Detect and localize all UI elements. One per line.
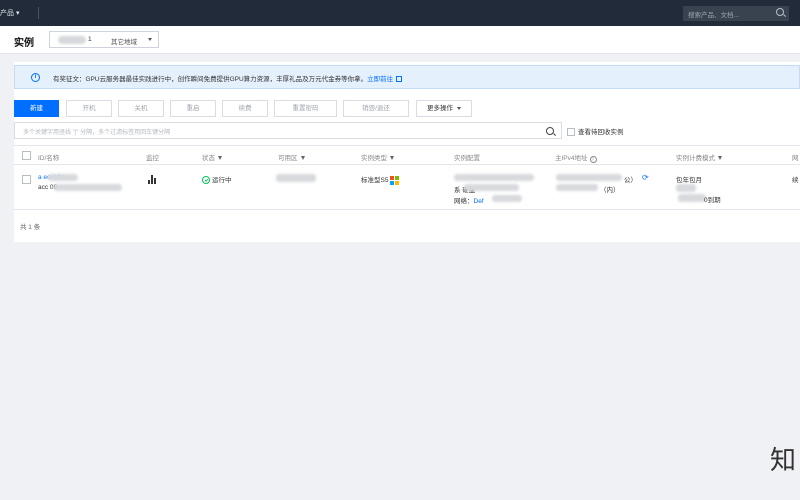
column-network: 网 <box>792 155 799 162</box>
column-monitor: 监控 <box>146 155 159 162</box>
network-column-cell: 续 <box>792 177 799 184</box>
config-redacted <box>464 184 519 191</box>
filter-icon[interactable] <box>218 156 222 161</box>
announcement-banner: i 有奖征文：GPU云服务器最佳实践进行中，创作瞬间免费提供GPU算力资源，丰厚… <box>14 65 800 89</box>
instance-type: 标准型S5 <box>361 174 400 185</box>
expire-redacted <box>678 194 706 202</box>
search-icon[interactable] <box>546 127 554 135</box>
start-button[interactable]: 开机 <box>66 100 112 117</box>
running-status-icon <box>202 176 210 185</box>
more-actions-label: 更多操作 <box>427 105 453 112</box>
filter-icon[interactable] <box>300 156 305 161</box>
network-info: 网络：Def <box>454 195 484 205</box>
top-nav-bar: 产品 ▾ 搜索产品、文档... <box>0 0 800 26</box>
column-billing[interactable]: 实例计费模式 <box>676 152 722 162</box>
reset-password-button[interactable]: 重置密码 <box>274 100 337 117</box>
instance-type-text: 标准型S5 <box>361 177 389 184</box>
watermark: 知 <box>770 446 797 476</box>
expire-redacted <box>676 184 696 192</box>
restart-button[interactable]: 重启 <box>170 100 216 117</box>
column-config: 实例配置 <box>454 155 480 162</box>
ip-redacted <box>556 184 598 191</box>
renew-button[interactable]: 续费 <box>222 100 268 117</box>
refresh-icon[interactable]: ⟳ <box>642 173 649 182</box>
status-text: 运行中 <box>212 177 232 184</box>
redacted-mask <box>54 184 122 191</box>
network-label: 网络： <box>454 198 474 205</box>
global-search-input[interactable]: 搜索产品、文档... <box>683 6 789 21</box>
network-link[interactable]: Def <box>474 198 484 205</box>
column-id-name: ID/名称 <box>38 155 60 162</box>
column-zone-label: 可用区 <box>278 155 298 162</box>
page-title: 实例 <box>14 38 34 49</box>
recycle-label: 查看待回收实例 <box>578 129 624 136</box>
announcement-text: 有奖征文：GPU云服务器最佳实践进行中，创作瞬间免费提供GPU算力资源，丰厚礼品… <box>53 73 403 83</box>
redacted-mask <box>48 174 78 181</box>
windows-icon <box>390 175 400 185</box>
page-header: 实例 1 其它地域 <box>0 26 800 54</box>
column-zone[interactable]: 可用区 <box>278 152 305 162</box>
status-badge: 运行中 <box>202 174 232 185</box>
region-other-label: 其它地域 <box>111 39 137 46</box>
filter-icon[interactable] <box>390 156 394 161</box>
zone-redacted <box>276 174 316 182</box>
instance-search-input[interactable]: 多个关键字用竖线 "|" 分隔，多个过滤标签用回车键分隔 <box>14 122 562 139</box>
instance-search-placeholder: 多个关键字用竖线 "|" 分隔，多个过滤标签用回车键分隔 <box>23 130 171 136</box>
products-label: 产品 <box>0 10 14 17</box>
column-billing-label: 实例计费模式 <box>676 155 715 162</box>
region-name-redacted <box>58 36 86 44</box>
global-search-placeholder: 搜索产品、文档... <box>688 12 739 19</box>
network-redacted <box>492 195 522 202</box>
search-icon[interactable] <box>776 8 784 16</box>
column-instance-type[interactable]: 实例类型 <box>361 152 394 162</box>
row-checkbox[interactable] <box>22 175 31 184</box>
chevron-down-icon <box>457 106 461 110</box>
announcement-body: 有奖征文：GPU云服务器最佳实践进行中，创作瞬间免费提供GPU算力资源，丰厚礼品… <box>53 76 368 83</box>
public-ip: 公） <box>624 177 637 184</box>
select-all-checkbox[interactable] <box>22 151 31 160</box>
config-redacted <box>454 174 534 181</box>
column-ipv4-label: 主IPv4地址 <box>555 155 588 162</box>
more-actions-button[interactable]: 更多操作 <box>416 100 472 117</box>
destroy-button[interactable]: 销毁/退还 <box>343 100 409 117</box>
table-row: a eoak1z acc 09 运行中 标准型S5 系 硬盘 网络：Def 公）… <box>14 166 800 210</box>
column-status-label: 状态 <box>202 155 215 162</box>
chevron-down-icon <box>148 38 152 41</box>
products-menu[interactable]: 产品 ▾ <box>0 8 19 18</box>
column-type-label: 实例类型 <box>361 155 387 162</box>
nav-divider <box>38 7 39 19</box>
recycle-checkbox[interactable] <box>567 128 575 137</box>
region-number: 1 <box>88 36 92 43</box>
column-ipv4: 主IPv4地址 i <box>555 152 597 163</box>
monitor-chart-icon[interactable] <box>148 174 158 184</box>
column-status[interactable]: 状态 <box>202 152 222 162</box>
shutdown-button[interactable]: 关机 <box>118 100 164 117</box>
table-header: ID/名称 监控 状态 可用区 实例类型 实例配置 主IPv4地址 i 实例计费模… <box>14 145 800 165</box>
create-button[interactable]: 新建 <box>14 100 59 117</box>
announcement-link[interactable]: 立即前往 <box>367 76 393 83</box>
private-ip: （内） <box>600 187 620 194</box>
billing-expire: 0到期 <box>704 197 721 204</box>
info-icon: i <box>31 73 40 82</box>
filter-icon[interactable] <box>718 156 722 161</box>
help-icon[interactable]: i <box>589 156 597 163</box>
region-selector[interactable]: 1 其它地域 <box>49 31 159 48</box>
billing-mode: 包年包月 <box>676 177 702 184</box>
external-link-icon[interactable] <box>396 76 403 83</box>
recycle-toggle[interactable]: 查看待回收实例 <box>567 126 624 137</box>
table-footer-count: 共 1 条 <box>20 224 41 231</box>
ip-redacted <box>556 174 622 181</box>
